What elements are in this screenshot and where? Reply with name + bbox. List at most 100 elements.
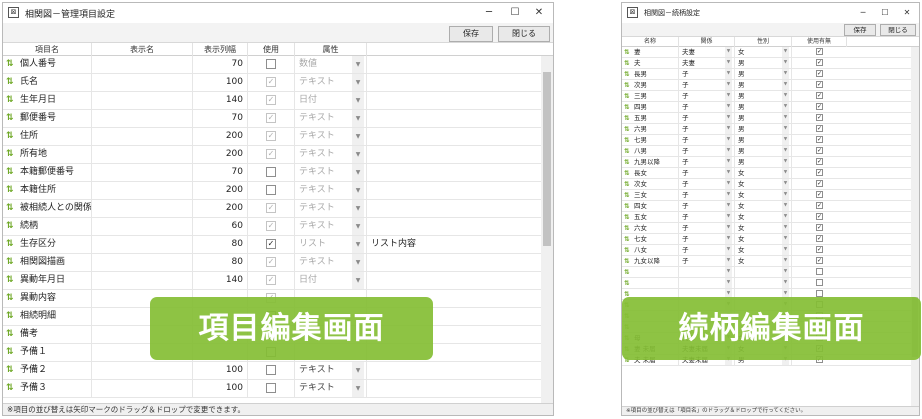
table-row[interactable]: ⇅ 予備３ 100 テキスト ▼: [3, 380, 542, 398]
use-checkbox[interactable]: ✓: [816, 169, 823, 176]
table-row[interactable]: ⇅ 八男子 ▼ 男 ▼ ✓: [622, 146, 912, 157]
dropdown-arrow-icon[interactable]: ▼: [725, 234, 732, 244]
sort-handle-icon[interactable]: ⇅: [624, 245, 634, 255]
relation-name-cell[interactable]: ⇅ 次男: [622, 80, 679, 90]
sex-select[interactable]: 女▼: [735, 256, 792, 266]
column-header-sex[interactable]: 性別: [735, 37, 792, 47]
column-width-field[interactable]: 140: [193, 272, 248, 289]
relation-name-cell[interactable]: ⇅ 七女: [622, 234, 679, 244]
item-name-cell[interactable]: ⇅ 本籍郵便番号: [3, 164, 92, 181]
relation-type-select[interactable]: 夫妻 ▼: [679, 58, 735, 68]
sort-handle-icon[interactable]: ⇅: [6, 347, 18, 358]
dropdown-arrow-icon[interactable]: ▼: [725, 124, 732, 134]
dropdown-arrow-icon[interactable]: ▼: [782, 80, 789, 90]
dropdown-arrow-icon[interactable]: ▼: [725, 135, 732, 145]
item-name-cell[interactable]: ⇅ 個人番号: [3, 56, 92, 73]
use-checkbox[interactable]: ✓: [816, 257, 823, 264]
table-row[interactable]: ⇅ 四男子 ▼ 男 ▼ ✓: [622, 102, 912, 113]
relation-name-cell[interactable]: ⇅ 五男: [622, 113, 679, 123]
column-header-name[interactable]: 名称: [622, 37, 679, 47]
dropdown-arrow-icon[interactable]: ▼: [782, 212, 789, 222]
relation-type-select[interactable]: 子 ▼: [679, 124, 735, 134]
attribute-select[interactable]: テキスト ▼: [295, 200, 367, 217]
sort-handle-icon[interactable]: ⇅: [6, 383, 18, 394]
dropdown-arrow-icon[interactable]: ▼: [725, 102, 732, 112]
sort-handle-icon[interactable]: ⇅: [624, 124, 634, 134]
dropdown-arrow-icon[interactable]: ▼: [725, 212, 732, 222]
use-checkbox[interactable]: ✓: [816, 180, 823, 187]
relation-type-select[interactable]: 子 ▼: [679, 113, 735, 123]
table-row[interactable]: ⇅ 生年月日 140 ✓ 日付 ▼: [3, 92, 542, 110]
dropdown-arrow-icon[interactable]: ▼: [725, 113, 732, 123]
relation-name-cell[interactable]: ⇅ 夫: [622, 58, 679, 68]
display-name-field[interactable]: [92, 254, 193, 271]
table-row[interactable]: ⇅ 九女以降子 ▼ 女 ▼ ✓: [622, 256, 912, 267]
dropdown-arrow-icon[interactable]: ▼: [352, 218, 364, 235]
sex-select[interactable]: 女▼: [735, 179, 792, 189]
column-header-item-name[interactable]: 項目名: [3, 43, 92, 56]
use-checkbox[interactable]: ✓: [816, 81, 823, 88]
dropdown-arrow-icon[interactable]: ▼: [352, 56, 364, 73]
sort-handle-icon[interactable]: ⇅: [624, 157, 634, 167]
sort-handle-icon[interactable]: ⇅: [624, 179, 634, 189]
use-checkbox[interactable]: ✓: [816, 246, 823, 253]
dropdown-arrow-icon[interactable]: ▼: [782, 278, 789, 288]
close-window-button[interactable]: ✕: [897, 5, 917, 20]
close-window-button[interactable]: ✕: [529, 5, 549, 20]
use-checkbox[interactable]: ✓: [816, 114, 823, 121]
save-button[interactable]: 保存: [844, 24, 876, 36]
dropdown-arrow-icon[interactable]: ▼: [352, 164, 364, 181]
relation-name-cell[interactable]: ⇅ 次女: [622, 179, 679, 189]
table-row[interactable]: ⇅ 氏名 100 ✓ テキスト ▼: [3, 74, 542, 92]
use-checkbox[interactable]: ✓: [816, 235, 823, 242]
use-checkbox[interactable]: [816, 279, 823, 286]
item-name-cell[interactable]: ⇅ 予備２: [3, 362, 92, 379]
relation-type-select[interactable]: 子 ▼: [679, 69, 735, 79]
column-width-field[interactable]: 80: [193, 254, 248, 271]
display-name-field[interactable]: [92, 110, 193, 127]
column-width-field[interactable]: 70: [193, 110, 248, 127]
sort-handle-icon[interactable]: ⇅: [624, 212, 634, 222]
relation-name-cell[interactable]: ⇅ 四女: [622, 201, 679, 211]
sort-handle-icon[interactable]: ⇅: [624, 168, 634, 178]
attribute-select[interactable]: テキスト ▼: [295, 128, 367, 145]
sex-select[interactable]: 女▼: [735, 212, 792, 222]
relation-type-select[interactable]: 子 ▼: [679, 234, 735, 244]
minimize-button[interactable]: ─: [853, 5, 873, 20]
attribute-select[interactable]: 数値 ▼: [295, 56, 367, 73]
table-row[interactable]: ⇅ 個人番号 70 数値 ▼: [3, 56, 542, 74]
display-name-field[interactable]: [92, 92, 193, 109]
dropdown-arrow-icon[interactable]: ▼: [725, 190, 732, 200]
relation-type-select[interactable]: 子 ▼: [679, 212, 735, 222]
display-name-field[interactable]: [92, 380, 193, 397]
attribute-select[interactable]: テキスト ▼: [295, 146, 367, 163]
attribute-select[interactable]: 日付 ▼: [295, 92, 367, 109]
maximize-button[interactable]: ☐: [875, 5, 895, 20]
table-row[interactable]: ⇅ 住所 200 ✓ テキスト ▼: [3, 128, 542, 146]
column-width-field[interactable]: 200: [193, 146, 248, 163]
dropdown-arrow-icon[interactable]: ▼: [352, 146, 364, 163]
relation-type-select[interactable]: 子 ▼: [679, 102, 735, 112]
relation-name-cell[interactable]: ⇅ 八女: [622, 245, 679, 255]
sex-select[interactable]: 男▼: [735, 146, 792, 156]
dropdown-arrow-icon[interactable]: ▼: [725, 69, 732, 79]
dropdown-arrow-icon[interactable]: ▼: [782, 245, 789, 255]
column-width-field[interactable]: 200: [193, 182, 248, 199]
table-row[interactable]: ⇅ 三女子 ▼ 女 ▼ ✓: [622, 190, 912, 201]
relation-type-select[interactable]: 子 ▼: [679, 135, 735, 145]
sex-select[interactable]: 女▼: [735, 47, 792, 57]
relation-type-select[interactable]: 子 ▼: [679, 201, 735, 211]
attribute-select[interactable]: テキスト ▼: [295, 182, 367, 199]
table-row[interactable]: ⇅ 所有地 200 ✓ テキスト ▼: [3, 146, 542, 164]
sort-handle-icon[interactable]: ⇅: [624, 201, 634, 211]
sort-handle-icon[interactable]: ⇅: [624, 91, 634, 101]
list-content-button[interactable]: リスト内容: [367, 236, 427, 253]
dropdown-arrow-icon[interactable]: ▼: [725, 278, 732, 288]
column-header-use[interactable]: 使用: [248, 43, 295, 56]
table-row[interactable]: ⇅ 郵便番号 70 ✓ テキスト ▼: [3, 110, 542, 128]
table-row[interactable]: ⇅ 三男子 ▼ 男 ▼ ✓: [622, 91, 912, 102]
use-checkbox[interactable]: [816, 290, 823, 297]
table-row[interactable]: ⇅ ▼ ▼: [622, 267, 912, 278]
minimize-button[interactable]: ─: [479, 5, 499, 20]
relation-type-select[interactable]: 子 ▼: [679, 256, 735, 266]
